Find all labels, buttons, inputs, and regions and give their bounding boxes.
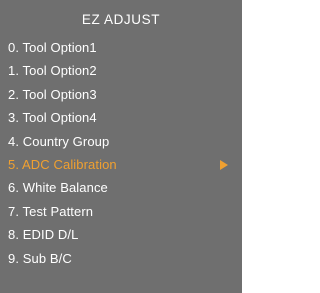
menu-item-edid-dl[interactable]: 8. EDID D/L	[0, 223, 242, 246]
menu-item-label: 7. Test Pattern	[8, 203, 94, 219]
menu-item-label: 2. Tool Option3	[8, 86, 97, 102]
menu-item-label: 9. Sub B/C	[8, 250, 72, 266]
menu-item-tool-option1[interactable]: 0. Tool Option1	[0, 36, 242, 59]
menu-title: EZ ADJUST	[81, 12, 161, 27]
menu-item-label: 8. EDID D/L	[8, 227, 79, 243]
menu-item-white-balance[interactable]: 6. White Balance	[0, 176, 242, 199]
menu-item-adc-calibration[interactable]: 5. ADC Calibration	[0, 153, 242, 176]
menu-item-test-pattern[interactable]: 7. Test Pattern	[0, 200, 242, 223]
menu-item-tool-option3[interactable]: 2. Tool Option3	[0, 83, 242, 106]
menu-list: 0. Tool Option1 1. Tool Option2 2. Tool …	[0, 36, 242, 270]
menu-item-label: 4. Country Group	[8, 133, 110, 149]
right-triangle-arrow-icon	[220, 159, 228, 170]
menu-item-label: 0. Tool Option1	[8, 40, 97, 55]
menu-item-country-group[interactable]: 4. Country Group	[0, 130, 242, 153]
menu-item-label: 1. Tool Option2	[8, 63, 97, 79]
menu-item-tool-option2[interactable]: 1. Tool Option2	[0, 59, 242, 82]
menu-item-tool-option4[interactable]: 3. Tool Option4	[0, 106, 242, 129]
menu-item-label: 3. Tool Option4	[8, 110, 97, 126]
menu-item-sub-bc[interactable]: 9. Sub B/C	[0, 247, 242, 270]
menu-item-label: 6. White Balance	[8, 180, 108, 196]
ez-adjust-menu-panel: EZ ADJUST 0. Tool Option1 1. Tool Option…	[0, 0, 242, 293]
menu-item-label: 5. ADC Calibration	[8, 156, 117, 172]
